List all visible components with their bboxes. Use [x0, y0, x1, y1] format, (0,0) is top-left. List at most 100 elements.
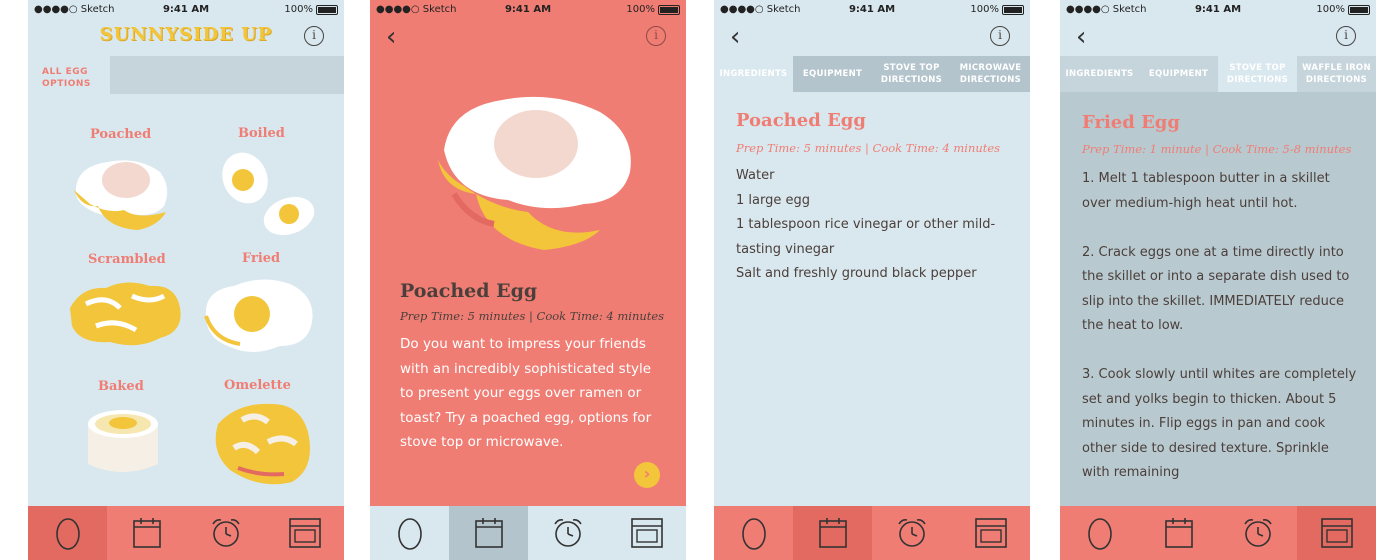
calendar-icon	[1164, 518, 1193, 548]
status-bar: ●●●●○ Sketch 9:41 AM 100%	[714, 0, 1030, 20]
tab-microwave-directions[interactable]: MICROWAVE DIRECTIONS	[951, 56, 1030, 92]
tab-calendar[interactable]	[793, 506, 872, 560]
egg-option-label[interactable]: Omelette	[224, 378, 291, 393]
alarm-clock-icon	[897, 519, 926, 547]
tab-oven[interactable]	[265, 506, 344, 560]
back-chevron-icon[interactable]: ‹	[386, 22, 396, 52]
poached-egg-illustration[interactable]	[68, 148, 178, 238]
recipe-title: Poached Egg	[736, 110, 866, 131]
tab-calendar[interactable]	[107, 506, 186, 560]
recipe-times: Prep Time: 5 minutes | Cook Time: 4 minu…	[736, 141, 1001, 155]
tab-eggs[interactable]	[28, 506, 107, 560]
screen-ingredients: ●●●●○ Sketch 9:41 AM 100% ‹ i INGREDIENT…	[714, 0, 1030, 560]
baked-egg-illustration[interactable]	[78, 400, 168, 480]
direction-step: 1. Melt 1 tablespoon butter in a skillet…	[1082, 171, 1330, 211]
egg-option-label[interactable]: Poached	[90, 127, 151, 142]
tab-oven[interactable]	[1297, 506, 1376, 560]
recipe-title: Poached Egg	[400, 280, 538, 302]
battery-percent: 100%	[970, 4, 999, 15]
info-icon[interactable]: i	[646, 26, 666, 46]
oven-icon	[288, 518, 321, 548]
bottom-tab-bar	[370, 506, 686, 560]
status-bar: ●●●●○ Sketch 9:41 AM 100%	[370, 0, 686, 20]
egg-option-label[interactable]: Scrambled	[88, 252, 166, 267]
egg-icon	[1087, 518, 1112, 550]
recipe-times: Prep Time: 1 minute | Cook Time: 5-8 min…	[1082, 142, 1352, 156]
battery-percent: 100%	[626, 4, 655, 15]
tab-stove-top-directions[interactable]: STOVE TOP DIRECTIONS	[1218, 56, 1297, 92]
fried-egg-illustration[interactable]	[200, 274, 320, 360]
tab-timer[interactable]	[872, 506, 951, 560]
recipe-description: Do you want to impress your friends with…	[400, 336, 652, 450]
back-chevron-icon[interactable]: ‹	[730, 22, 740, 52]
scrambled-egg-illustration[interactable]	[66, 274, 186, 354]
recipe-section-tabs: INGREDIENTS EQUIPMENT STOVE TOP DIRECTIO…	[1060, 56, 1376, 92]
recipe-section-tabs: INGREDIENTS EQUIPMENT STOVE TOP DIRECTIO…	[714, 56, 1030, 92]
calendar-icon	[132, 518, 161, 548]
tab-ingredients[interactable]: INGREDIENTS	[1060, 56, 1139, 92]
tab-equipment[interactable]: EQUIPMENT	[793, 56, 872, 92]
tab-oven[interactable]	[607, 506, 686, 560]
boiled-egg-illustration[interactable]	[213, 148, 323, 238]
screen-egg-detail: ●●●●○ Sketch 9:41 AM 100% ‹ i Poached Eg…	[370, 0, 686, 560]
alarm-clock-icon	[1243, 519, 1272, 547]
calendar-icon	[818, 518, 847, 548]
battery-percent: 100%	[284, 4, 313, 15]
battery-icon	[316, 4, 338, 15]
info-icon[interactable]: i	[990, 26, 1010, 46]
ingredient-item: Salt and freshly ground black pepper	[736, 266, 977, 281]
alarm-clock-icon	[553, 519, 582, 547]
tab-all-egg-options[interactable]: ALL EGG OPTIONS	[28, 56, 110, 94]
bottom-tab-bar	[28, 506, 344, 560]
poached-egg-hero-illustration	[438, 96, 631, 250]
directions-list: 1. Melt 1 tablespoon butter in a skillet…	[1082, 167, 1358, 483]
oven-icon	[1320, 518, 1353, 548]
egg-option-label[interactable]: Boiled	[238, 126, 285, 141]
screen-directions: ●●●●○ Sketch 9:41 AM 100% ‹ i INGREDIENT…	[1060, 0, 1376, 560]
tab-ingredients[interactable]: INGREDIENTS	[714, 56, 793, 92]
tab-eggs[interactable]	[1060, 506, 1139, 560]
status-bar: ●●●●○ Sketch 9:41 AM 100%	[1060, 0, 1376, 20]
omelette-illustration[interactable]	[208, 398, 318, 490]
recipe-times: Prep Time: 5 minutes | Cook Time: 4 minu…	[400, 309, 665, 323]
battery-icon	[1002, 4, 1024, 15]
tab-oven[interactable]	[951, 506, 1030, 560]
category-tabs: ALL EGG OPTIONS	[28, 56, 344, 94]
battery-icon	[1348, 4, 1370, 15]
next-arrow-button[interactable]: ›	[634, 462, 660, 488]
info-icon[interactable]: i	[304, 26, 324, 46]
egg-icon	[397, 518, 422, 550]
tab-timer[interactable]	[186, 506, 265, 560]
tab-stove-top-directions[interactable]: STOVE TOP DIRECTIONS	[872, 56, 951, 92]
app-title: SUNNYSIDE UP	[99, 24, 273, 45]
calendar-icon	[474, 518, 503, 548]
tab-equipment[interactable]: EQUIPMENT	[1139, 56, 1218, 92]
ingredients-list: Water 1 large egg 1 tablespoon rice vine…	[736, 164, 1012, 287]
egg-option-label[interactable]: Fried	[242, 251, 280, 266]
oven-icon	[630, 518, 663, 548]
tab-eggs[interactable]	[714, 506, 793, 560]
recipe-title: Fried Egg	[1082, 112, 1180, 133]
tab-timer[interactable]	[1218, 506, 1297, 560]
battery-percent: 100%	[1316, 4, 1345, 15]
alarm-clock-icon	[211, 519, 240, 547]
tab-eggs[interactable]	[370, 506, 449, 560]
bottom-tab-bar	[714, 506, 1030, 560]
tab-calendar[interactable]	[1139, 506, 1218, 560]
screen-egg-options: ●●●●○ Sketch 9:41 AM 100% SUNNYSIDE UP i…	[28, 0, 344, 560]
bottom-tab-bar	[1060, 506, 1376, 560]
oven-icon	[974, 518, 1007, 548]
egg-icon	[741, 518, 766, 550]
direction-step: 2. Crack eggs one at a time directly int…	[1082, 244, 1350, 334]
tab-calendar[interactable]	[449, 506, 528, 560]
ingredient-item: Water	[736, 168, 775, 183]
tab-timer[interactable]	[528, 506, 607, 560]
egg-option-label[interactable]: Baked	[98, 379, 144, 394]
info-icon[interactable]: i	[1336, 26, 1356, 46]
tab-strip-empty	[110, 56, 344, 94]
direction-step: 3. Cook slowly until whites are complete…	[1082, 367, 1357, 480]
tab-waffle-iron-directions[interactable]: WAFFLE IRON DIRECTIONS	[1297, 56, 1376, 92]
status-bar: ●●●●○ Sketch 9:41 AM 100%	[28, 0, 344, 20]
egg-icon	[55, 518, 80, 550]
back-chevron-icon[interactable]: ‹	[1076, 22, 1086, 52]
